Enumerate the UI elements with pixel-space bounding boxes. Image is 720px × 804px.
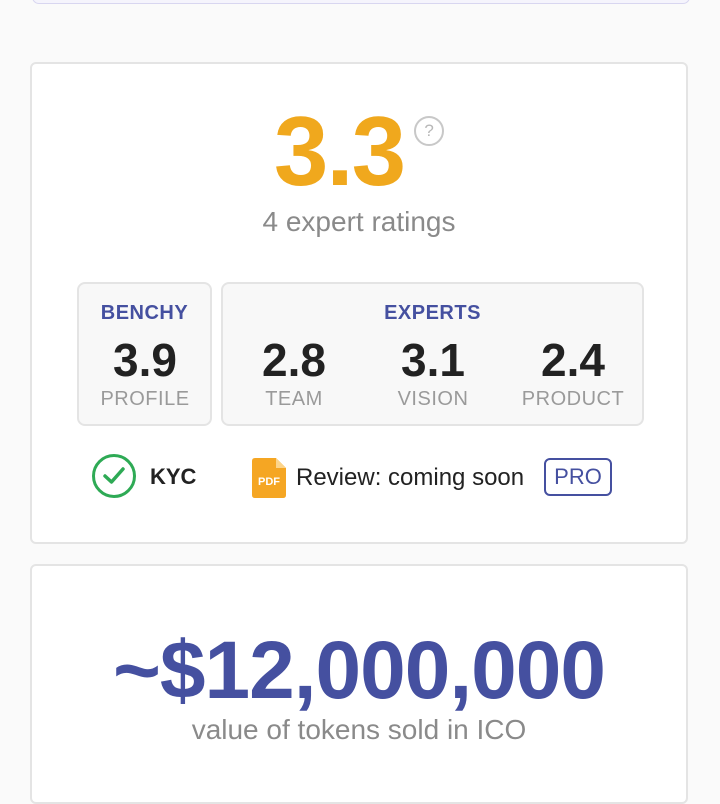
ico-card: ~$12,000,000 value of tokens sold in ICO (30, 564, 688, 804)
metric-label: VISION (397, 388, 469, 410)
benchy-heading: BENCHY (100, 302, 189, 324)
kyc-label: KYC (150, 464, 197, 489)
previous-card-edge (32, 0, 690, 4)
check-circle-icon (92, 454, 136, 498)
metric-value: 2.4 (541, 334, 605, 386)
ico-raised-value: ~$12,000,000 (113, 625, 606, 716)
product-metric: 2.4 PRODUCT (508, 334, 638, 411)
benchy-profile-metric: 3.9 PROFILE (80, 334, 210, 411)
overall-score: 3.3 (273, 96, 406, 206)
metric-value: 2.8 (262, 334, 326, 386)
rating-card: 3.3 ? 4 expert ratings BENCHY 3.9 PROFIL… (30, 62, 688, 544)
help-icon[interactable]: ? (414, 116, 445, 146)
pdf-icon-text: PDF (258, 476, 280, 488)
score-row: 3.3 ? (32, 102, 686, 200)
vision-metric: 3.1 VISION (368, 334, 498, 411)
pro-button[interactable]: PRO (544, 458, 612, 496)
experts-box: EXPERTS 2.8 TEAM 3.1 VISION 2.4 PRODUCT (221, 282, 644, 426)
team-metric: 2.8 TEAM (229, 334, 359, 411)
expert-ratings-count: 4 expert ratings (262, 206, 456, 237)
review-status: Review: coming soon (296, 464, 525, 491)
ico-caption: value of tokens sold in ICO (191, 714, 527, 745)
experts-heading: EXPERTS (384, 302, 481, 324)
pdf-icon[interactable]: PDF (252, 458, 286, 498)
badges-row: KYC PDF Review: coming soon PRO (32, 454, 686, 504)
metric-label: PROFILE (100, 388, 190, 410)
metric-value: 3.1 (401, 334, 465, 386)
benchy-box: BENCHY 3.9 PROFILE (77, 282, 212, 426)
metric-value: 3.9 (113, 334, 177, 386)
metric-label: PRODUCT (521, 388, 625, 410)
metric-label: TEAM (265, 388, 323, 410)
